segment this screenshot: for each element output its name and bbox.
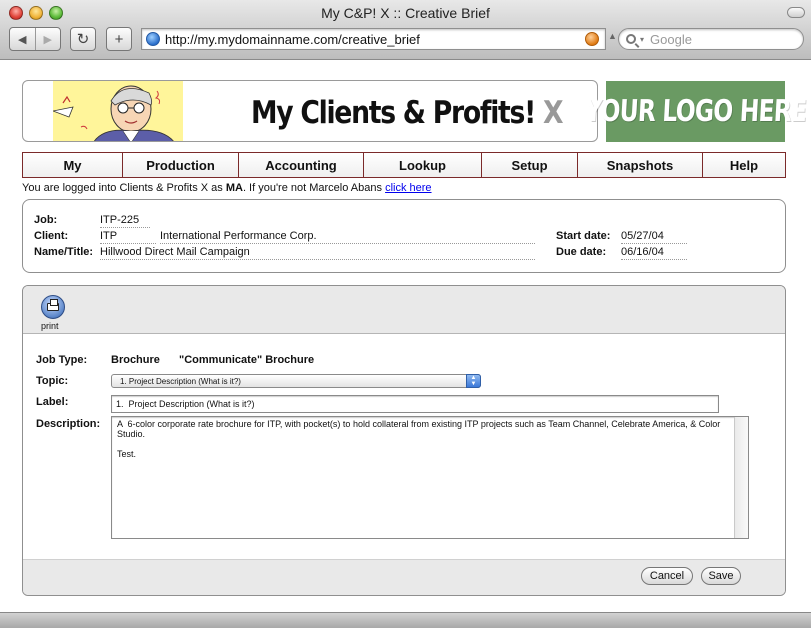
due-date-label: Due date: bbox=[556, 246, 607, 258]
main-menu: My Production Accounting Lookup Setup Sn… bbox=[22, 152, 786, 178]
add-bookmark-button[interactable]: + bbox=[106, 27, 132, 51]
login-middle: . If you're not Marcelo Abans bbox=[242, 182, 386, 194]
client-name: International Performance Corp. bbox=[160, 230, 535, 244]
snapback-icon[interactable] bbox=[585, 32, 599, 46]
search-icon bbox=[626, 34, 636, 44]
logo-text: YOUR LOGO HERE bbox=[584, 94, 807, 129]
creative-brief-panel: print Job Type: Brochure "Communicate" B… bbox=[22, 285, 786, 596]
job-info-panel: Job: ITP-225 Client: ITP International P… bbox=[22, 199, 786, 273]
print-label[interactable]: print bbox=[41, 321, 59, 331]
job-label: Job: bbox=[34, 214, 58, 226]
label-input[interactable] bbox=[111, 395, 719, 413]
address-bar[interactable]: http://my.mydomainname.com/creative_brie… bbox=[141, 28, 606, 50]
banner-title-main: My Clients & Profits! bbox=[251, 95, 543, 131]
forward-button[interactable]: ▶ bbox=[34, 28, 61, 50]
browser-titlebar: My C&P! X :: Creative Brief ◀ ▶ ↻ + http… bbox=[0, 0, 811, 60]
topic-selected-value: 1. Project Description (What is it?) bbox=[120, 376, 241, 386]
search-placeholder: Google bbox=[650, 31, 692, 47]
menu-item-production[interactable]: Production bbox=[123, 153, 239, 177]
description-scrollbar[interactable] bbox=[734, 417, 748, 538]
name-title-value: Hillwood Direct Mail Campaign bbox=[100, 246, 535, 260]
window-title: My C&P! X :: Creative Brief bbox=[321, 5, 490, 21]
print-icon[interactable] bbox=[41, 295, 65, 319]
globe-icon bbox=[146, 32, 160, 46]
window-bottom-bar bbox=[0, 612, 811, 628]
description-text: A 6-color corporate rate brochure for IT… bbox=[117, 419, 721, 459]
login-status: You are logged into Clients & Profits X … bbox=[22, 182, 432, 194]
search-field[interactable]: ▾ Google bbox=[618, 28, 804, 50]
menu-item-setup[interactable]: Setup bbox=[482, 153, 578, 177]
back-button[interactable]: ◀ bbox=[10, 28, 35, 50]
header-banner: My Clients & Profits! X bbox=[22, 80, 598, 142]
address-text: http://my.mydomainname.com/creative_brie… bbox=[165, 31, 420, 47]
cancel-button[interactable]: Cancel bbox=[641, 567, 693, 585]
back-forward-group: ◀ ▶ bbox=[9, 27, 61, 51]
menu-item-snapshots[interactable]: Snapshots bbox=[578, 153, 703, 177]
banner-title-x: X bbox=[542, 95, 564, 131]
toolbar-toggle-button[interactable] bbox=[787, 7, 805, 18]
menu-item-lookup[interactable]: Lookup bbox=[364, 153, 482, 177]
login-user-code: MA bbox=[225, 182, 243, 194]
address-dropdown-icon[interactable]: ▲ bbox=[608, 31, 617, 41]
banner-title: My Clients & Profits! X bbox=[251, 95, 564, 131]
login-prefix: You are logged into Clients & Profits X … bbox=[22, 182, 226, 194]
select-arrows-icon: ▲ ▼ bbox=[466, 374, 481, 388]
client-label: Client: bbox=[34, 230, 69, 242]
save-button[interactable]: Save bbox=[701, 567, 741, 585]
job-type-value: Brochure bbox=[111, 354, 160, 366]
menu-item-help[interactable]: Help bbox=[703, 153, 785, 177]
search-menu-icon[interactable]: ▾ bbox=[640, 35, 644, 44]
panel-toolbar: print bbox=[23, 286, 785, 334]
client-code: ITP bbox=[100, 230, 156, 244]
logo-placeholder: YOUR LOGO HERE bbox=[584, 81, 807, 142]
topic-label: Topic: bbox=[36, 375, 69, 387]
topic-select[interactable]: 1. Project Description (What is it?) ▲ ▼ bbox=[111, 374, 481, 388]
reload-button[interactable]: ↻ bbox=[70, 27, 96, 51]
job-type-label: Job Type: bbox=[36, 354, 88, 366]
due-date-value: 06/16/04 bbox=[621, 246, 687, 260]
menu-item-accounting[interactable]: Accounting bbox=[239, 153, 364, 177]
menu-item-my[interactable]: My bbox=[23, 153, 123, 177]
cartoon-illustration bbox=[53, 81, 183, 141]
start-date-label: Start date: bbox=[556, 230, 611, 242]
name-title-label: Name/Title: bbox=[34, 246, 94, 258]
description-textarea[interactable]: A 6-color corporate rate brochure for IT… bbox=[111, 416, 749, 539]
job-value: ITP-225 bbox=[100, 214, 150, 228]
start-date-value: 05/27/04 bbox=[621, 230, 687, 244]
label-field-label: Label: bbox=[36, 396, 69, 408]
job-type-description: "Communicate" Brochure bbox=[179, 354, 315, 366]
description-label: Description: bbox=[36, 418, 101, 430]
switch-user-link[interactable]: click here bbox=[385, 182, 431, 194]
